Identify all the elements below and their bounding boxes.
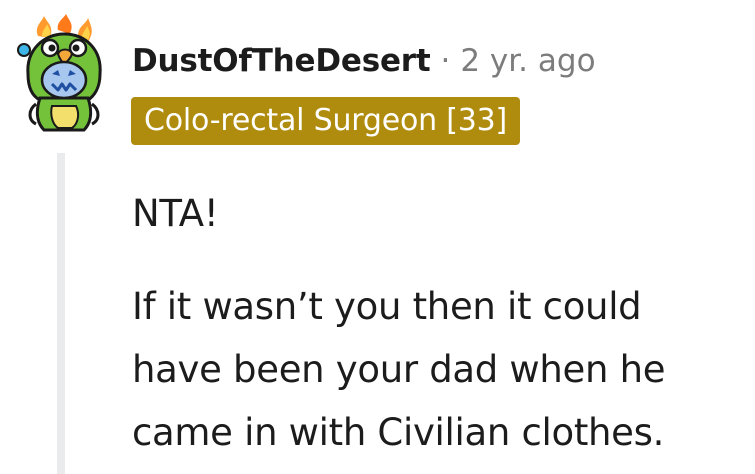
user-flair: Colo-rectal Surgeon [33] <box>131 97 521 145</box>
separator-dot: · <box>440 43 451 79</box>
thread-line[interactable] <box>57 153 65 474</box>
parrot-costume-avatar-icon <box>17 14 102 132</box>
comment: DustOfTheDesert · 2 yr. ago Colo-rectal … <box>0 0 755 474</box>
timestamp-link[interactable]: 2 yr. ago <box>460 43 595 79</box>
username-link[interactable]: DustOfTheDesert <box>132 43 431 79</box>
user-avatar[interactable] <box>14 14 112 134</box>
comment-paragraph: If it wasn’t you then it could have been… <box>132 285 666 454</box>
comment-paragraph: NTA! <box>132 192 219 235</box>
comment-header: DustOfTheDesert · 2 yr. ago <box>132 38 596 84</box>
comment-body: NTA! If it wasn’t you then it could have… <box>132 182 742 464</box>
